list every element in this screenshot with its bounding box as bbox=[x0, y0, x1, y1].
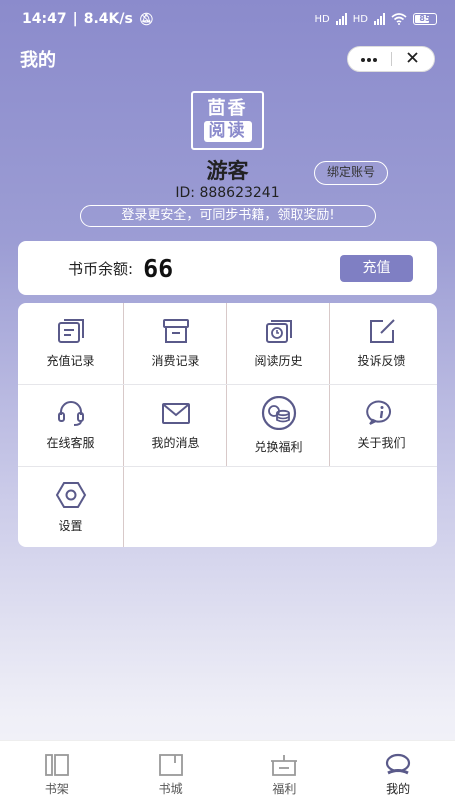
close-icon bbox=[407, 52, 418, 63]
signal-icon bbox=[335, 13, 347, 25]
wifi-icon bbox=[391, 13, 407, 25]
nav-item-bookstore[interactable]: 书城 bbox=[114, 741, 228, 808]
menu-item-my-messages[interactable]: 我的消息 bbox=[123, 385, 228, 466]
user-id: ID: 888623241 bbox=[175, 185, 280, 201]
more-icon bbox=[361, 58, 378, 62]
menu-item-settings[interactable]: 设置 bbox=[18, 467, 123, 547]
menu-item-online-service[interactable]: 在线客服 bbox=[18, 385, 123, 466]
settings-icon bbox=[55, 482, 86, 508]
grid-divider bbox=[18, 384, 437, 385]
status-separator: | bbox=[72, 11, 78, 27]
signal-label-1: HD bbox=[314, 13, 330, 25]
balance-label: 书币余额: bbox=[68, 259, 134, 278]
menu-item-reading-history[interactable]: 阅读历史 bbox=[226, 303, 331, 384]
nav-label: 我的 bbox=[386, 781, 411, 796]
menu-item-label: 消费记录 bbox=[151, 354, 200, 368]
nav-label: 福利 bbox=[272, 781, 297, 796]
miniapp-capsule bbox=[347, 46, 435, 72]
coins-icon bbox=[261, 396, 296, 430]
grid-divider bbox=[226, 303, 227, 467]
menu-item-label: 我的消息 bbox=[151, 436, 200, 450]
feedback-icon bbox=[369, 319, 395, 343]
menu-item-recharge-record[interactable]: 充值记录 bbox=[18, 303, 123, 384]
nav-item-profile[interactable]: 我的 bbox=[341, 741, 455, 808]
bind-account-button[interactable]: 绑定账号 bbox=[314, 161, 388, 185]
close-button[interactable] bbox=[392, 51, 435, 67]
nav-item-bookshelf[interactable]: 书架 bbox=[0, 741, 114, 808]
menu-item-label: 投诉反馈 bbox=[357, 354, 406, 368]
menu-item-label: 阅读历史 bbox=[254, 354, 303, 368]
network-speed: 8.4K/s bbox=[83, 11, 133, 27]
logo-text-bottom: 阅读 bbox=[203, 121, 252, 142]
menu-item-label: 关于我们 bbox=[357, 436, 406, 450]
menu-item-redeem-welfare[interactable]: 兑换福利 bbox=[226, 385, 331, 466]
menu-item-about-us[interactable]: 关于我们 bbox=[329, 385, 434, 466]
recharge-button[interactable]: 充值 bbox=[340, 254, 413, 282]
profile-icon bbox=[386, 753, 411, 774]
bookshelf-icon bbox=[44, 753, 69, 776]
app-logo: 茴香 阅读 bbox=[191, 91, 264, 150]
bottom-nav: 书架 书城 福利 我的 bbox=[0, 740, 455, 808]
menu-item-label: 充值记录 bbox=[46, 354, 95, 368]
status-bar: 14:47 | 8.4K/s 🔕︎ HD HD 85 bbox=[0, 0, 455, 38]
mute-icon: 🔕︎ bbox=[138, 12, 155, 26]
grid-divider bbox=[329, 303, 330, 467]
logo-text-top: 茴香 bbox=[207, 98, 248, 119]
consume-record-icon bbox=[162, 319, 189, 343]
info-icon bbox=[365, 400, 391, 425]
status-time: 14:47 bbox=[22, 11, 67, 27]
bookstore-icon bbox=[158, 753, 183, 776]
balance-card: 书币余额: 66 充值 bbox=[18, 241, 437, 295]
menu-item-label: 设置 bbox=[58, 519, 83, 533]
battery-icon: 85 bbox=[413, 13, 437, 25]
signal-label-2: HD bbox=[352, 13, 368, 25]
title-bar: 我的 bbox=[0, 44, 455, 74]
menu-item-consume-record[interactable]: 消费记录 bbox=[123, 303, 228, 384]
nav-label: 书城 bbox=[158, 781, 183, 796]
login-tip-button[interactable]: 登录更安全，可同步书籍，领取奖励! bbox=[80, 205, 376, 227]
welfare-icon bbox=[271, 754, 298, 776]
balance-value: 66 bbox=[143, 253, 174, 283]
nav-label: 书架 bbox=[44, 781, 69, 796]
recharge-record-icon bbox=[57, 319, 84, 343]
menu-grid: 充值记录 消费记录 阅读历史 投诉反馈 在线客服 我的消息 兑换福利 关于我们 … bbox=[18, 303, 437, 547]
menu-item-feedback[interactable]: 投诉反馈 bbox=[329, 303, 434, 384]
reading-history-icon bbox=[265, 320, 292, 343]
battery-level: 85 bbox=[419, 14, 431, 23]
nav-item-welfare[interactable]: 福利 bbox=[228, 741, 342, 808]
menu-item-label: 在线客服 bbox=[46, 436, 95, 450]
grid-divider bbox=[123, 303, 124, 547]
mail-icon bbox=[161, 403, 190, 424]
page-title: 我的 bbox=[20, 50, 56, 71]
signal-icon-2 bbox=[374, 13, 385, 25]
grid-divider bbox=[18, 466, 437, 467]
headset-icon bbox=[57, 401, 84, 426]
more-button[interactable] bbox=[348, 51, 391, 67]
menu-item-label: 兑换福利 bbox=[254, 440, 303, 454]
